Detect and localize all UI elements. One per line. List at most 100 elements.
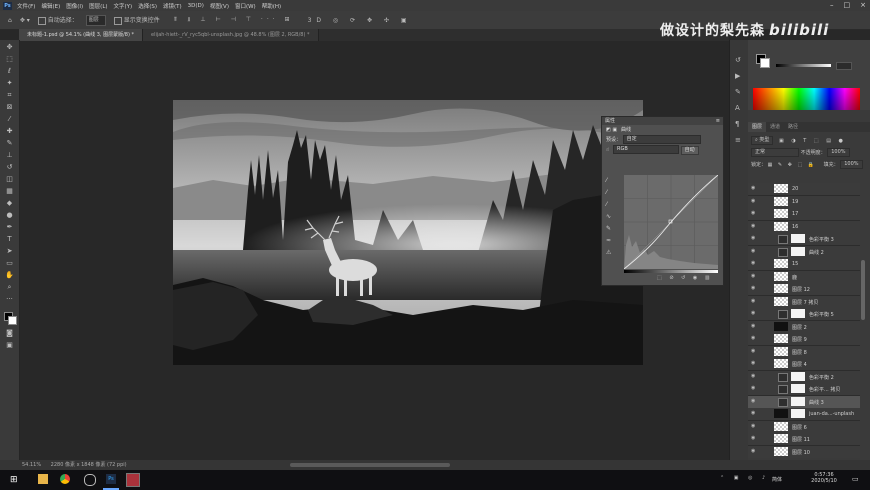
brush-tool-icon[interactable]: ✎ — [5, 140, 14, 147]
healing-brush-icon[interactable]: ✚ — [5, 128, 14, 135]
layer-row[interactable]: ◉ juan-da...-unplash — [748, 408, 860, 421]
document-canvas-image[interactable] — [173, 100, 643, 365]
visibility-eye-icon[interactable]: ◉ — [751, 336, 757, 341]
zoom-tool-icon[interactable]: ⌕ — [5, 284, 14, 291]
blend-mode-dropdown[interactable]: 正常 — [751, 148, 799, 157]
photoshop-logo-icon[interactable]: Ps — [3, 1, 12, 10]
frame-tool-icon[interactable]: ⊠ — [5, 104, 14, 111]
layer-row[interactable]: ◉ 20 — [748, 183, 860, 196]
layers-scrollbar[interactable] — [861, 260, 865, 320]
panel-menu-icon[interactable]: ≡ — [716, 117, 723, 125]
tab-paths[interactable]: 路径 — [784, 122, 802, 132]
layer-thumbnail[interactable] — [778, 235, 788, 244]
lasso-tool-icon[interactable]: ℓ — [5, 68, 14, 75]
visibility-eye-icon[interactable]: ◉ — [751, 261, 757, 266]
panel-footer-icons[interactable]: ⬚ ⊘ ↺ ◉ ▥ — [657, 275, 713, 281]
warning-icon[interactable]: ⚠ — [606, 247, 617, 259]
history-panel-icon[interactable]: ↺ — [735, 56, 741, 64]
chrome-icon[interactable] — [60, 474, 70, 484]
layer-thumbnail[interactable] — [778, 310, 788, 319]
auto-select-dropdown[interactable]: 图层 — [85, 14, 106, 26]
tab-layers[interactable]: 图层 — [748, 122, 767, 132]
layer-thumbnail[interactable] — [774, 346, 788, 356]
layer-row[interactable]: ◉ 色彩平... 拷贝 — [748, 383, 860, 396]
layer-mask-thumbnail[interactable] — [791, 234, 805, 243]
ime-indicator[interactable]: 简体 — [772, 476, 782, 483]
menu-select[interactable]: 选择(S) — [138, 2, 157, 10]
menu-edit[interactable]: 编辑(E) — [41, 2, 60, 10]
shape-tool-icon[interactable]: ▭ — [5, 260, 14, 267]
layer-filter-icons[interactable]: ▣ ◑ T ⬚ ▤ ● — [779, 138, 846, 144]
layer-mask-thumbnail[interactable] — [791, 396, 805, 406]
system-tray-icons[interactable]: ⌃ ▣ ◎ ♪ — [720, 475, 769, 481]
zoom-level[interactable]: 54.11% — [22, 462, 41, 468]
layer-thumbnail[interactable] — [774, 334, 788, 343]
visibility-eye-icon[interactable]: ◉ — [751, 411, 757, 416]
hand-adjust-icon[interactable]: ☝ — [606, 147, 609, 153]
align-icons[interactable]: ⫪ ⫫ ⊥ ⊢ ⊣ ⊤ ··· ⊞ — [174, 16, 294, 24]
menu-type[interactable]: 文字(Y) — [114, 2, 133, 10]
layer-thumbnail[interactable] — [774, 359, 788, 368]
clock[interactable]: 0:57:36 2020/5/10 — [804, 472, 844, 484]
visibility-eye-icon[interactable]: ◉ — [751, 211, 757, 216]
layer-row[interactable]: ◉ 图层 12 — [748, 283, 860, 296]
visibility-eye-icon[interactable]: ◉ — [751, 323, 757, 329]
horizontal-scrollbar[interactable] — [290, 463, 450, 467]
hand-tool-icon[interactable]: ✋ — [5, 272, 14, 279]
layer-row[interactable]: ◉ 色彩平衡 3 — [748, 233, 860, 246]
visibility-eye-icon[interactable]: ◉ — [751, 286, 757, 291]
layer-row[interactable]: ◉ 鹿 — [748, 270, 860, 284]
visibility-eye-icon[interactable]: ◉ — [751, 198, 757, 204]
layer-row[interactable]: ◉ 曲线 2 — [748, 245, 860, 259]
channel-dropdown[interactable]: RGB — [613, 145, 680, 154]
menu-view[interactable]: 视图(V) — [210, 2, 229, 10]
layer-row[interactable]: ◉ 图层 2 — [748, 320, 860, 334]
visibility-eye-icon[interactable]: ◉ — [751, 448, 757, 454]
visibility-eye-icon[interactable]: ◉ — [751, 236, 757, 241]
layer-mask-thumbnail[interactable] — [791, 246, 805, 256]
show-transform-checkbox[interactable]: 显示变换控件 — [113, 15, 160, 25]
layer-row[interactable]: ◉ 15 — [748, 258, 860, 271]
visibility-eye-icon[interactable]: ◉ — [751, 348, 757, 354]
menu-help[interactable]: 帮助(H) — [262, 2, 281, 10]
close-icon[interactable]: × — [860, 1, 866, 9]
layer-row[interactable]: ◉ 19 — [748, 195, 860, 209]
lock-icons[interactable]: ▦ ✎ ✥ ⬚ 🔒 — [768, 162, 816, 168]
menu-3d[interactable]: 3D(D) — [188, 3, 204, 9]
move-tool-icon[interactable]: ✥ ▾ — [20, 17, 30, 24]
fill-input[interactable]: 100% — [840, 160, 863, 169]
menu-filter[interactable]: 滤镜(T) — [163, 2, 182, 10]
visibility-eye-icon[interactable]: ◉ — [751, 423, 757, 429]
opacity-input[interactable]: 100% — [827, 148, 850, 157]
smooth-curve-icon[interactable]: ≈ — [606, 235, 617, 247]
layer-thumbnail[interactable] — [774, 196, 788, 206]
move-tool-icon[interactable]: ✥ — [5, 44, 14, 51]
layer-thumbnail[interactable] — [774, 434, 788, 443]
curves-graph[interactable] — [624, 175, 718, 269]
curve-point-tool-icon[interactable]: ∿ — [606, 211, 617, 223]
visibility-eye-icon[interactable]: ◉ — [751, 186, 757, 191]
layer-row[interactable]: ◉ 图层 10 — [748, 445, 860, 458]
marquee-tool-icon[interactable]: ⬚ — [5, 56, 14, 63]
layer-thumbnail[interactable] — [774, 271, 788, 281]
color-spectrum[interactable] — [753, 88, 860, 110]
maximize-icon[interactable]: □ — [844, 1, 851, 9]
preset-dropdown[interactable]: 自定 — [622, 135, 701, 144]
visibility-eye-icon[interactable]: ◉ — [751, 298, 757, 304]
layer-thumbnail[interactable] — [774, 259, 788, 268]
visibility-eye-icon[interactable]: ◉ — [751, 273, 757, 279]
screen-mode-icon[interactable]: ▣ — [5, 342, 14, 349]
layer-thumbnail[interactable] — [774, 409, 788, 418]
blur-tool-icon[interactable]: ◆ — [5, 200, 14, 207]
properties-panel-icon[interactable]: ≡ — [735, 136, 741, 144]
visibility-eye-icon[interactable]: ◉ — [751, 223, 757, 229]
eyedropper-icon[interactable]: ⁄ — [5, 116, 14, 123]
visibility-eye-icon[interactable]: ◉ — [751, 311, 757, 316]
layer-thumbnail[interactable] — [778, 397, 788, 407]
layer-thumbnail[interactable] — [774, 184, 788, 193]
eraser-tool-icon[interactable]: ◫ — [5, 176, 14, 183]
menu-file[interactable]: 文件(F) — [17, 2, 35, 10]
brush-panel-icon[interactable]: ✎ — [735, 88, 741, 96]
layer-thumbnail[interactable] — [774, 421, 788, 431]
brightness-value[interactable] — [836, 62, 852, 70]
